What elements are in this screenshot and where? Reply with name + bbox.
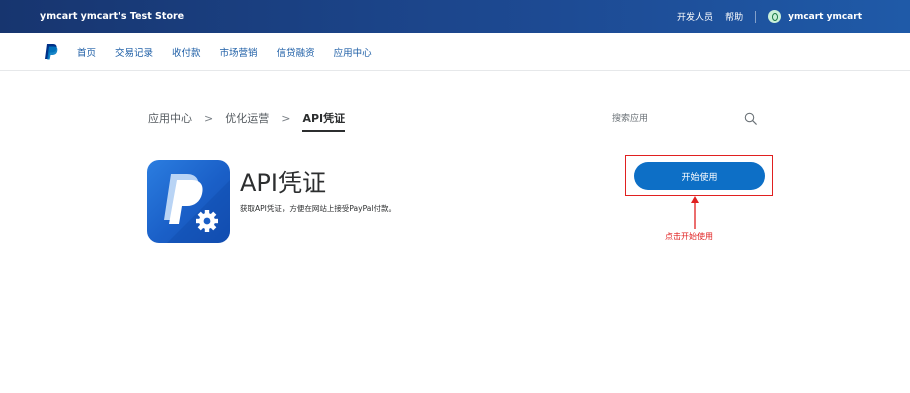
top-header-bar: ymcart ymcart's Test Store 开发人员 帮助 ymcar… [0,0,910,33]
store-name[interactable]: ymcart ymcart's Test Store [40,11,184,22]
header-right-menu: 开发人员 帮助 ymcart ymcart [677,0,862,33]
app-description: 获取API凭证，方便在网站上接受PayPal付款。 [240,204,396,213]
search-icon[interactable] [744,112,757,125]
nav-item-home[interactable]: 首页 [77,45,96,59]
help-link[interactable]: 帮助 [725,10,743,23]
nav-item-financing[interactable]: 信贷融资 [277,45,315,59]
annotation-text: 点击开始使用 [665,232,713,241]
user-name[interactable]: ymcart ymcart [788,12,862,22]
breadcrumb-separator: > [281,111,291,125]
app-icon-graphic [164,174,230,243]
breadcrumb-optimize-ops[interactable]: 优化运营 [225,110,269,126]
nav-item-payments[interactable]: 收付款 [172,45,201,59]
nav-item-marketing[interactable]: 市场营销 [220,45,258,59]
breadcrumb-current: API凭证 [302,112,346,132]
annotation-arrow-icon [691,196,699,229]
header-divider [755,10,757,23]
developer-link[interactable]: 开发人员 [677,10,713,23]
nav-item-app-center[interactable]: 应用中心 [334,45,372,59]
app-search [612,110,762,128]
nav-item-transactions[interactable]: 交易记录 [115,45,153,59]
main-nav: 首页 交易记录 收付款 市场营销 信贷融资 应用中心 [0,33,910,71]
search-input[interactable] [612,110,742,128]
paypal-logo-icon[interactable] [44,43,58,60]
avatar-icon[interactable] [768,10,782,23]
breadcrumb-app-center[interactable]: 应用中心 [148,110,192,126]
breadcrumb-separator: > [204,111,214,125]
paypal-gear-app-icon [147,160,230,243]
app-title: API凭证 [240,169,326,197]
start-using-button[interactable]: 开始使用 [634,162,765,190]
breadcrumb: 应用中心 > 优化运营 > API凭证 [148,110,346,132]
nav-items: 首页 交易记录 收付款 市场营销 信贷融资 应用中心 [77,33,391,71]
